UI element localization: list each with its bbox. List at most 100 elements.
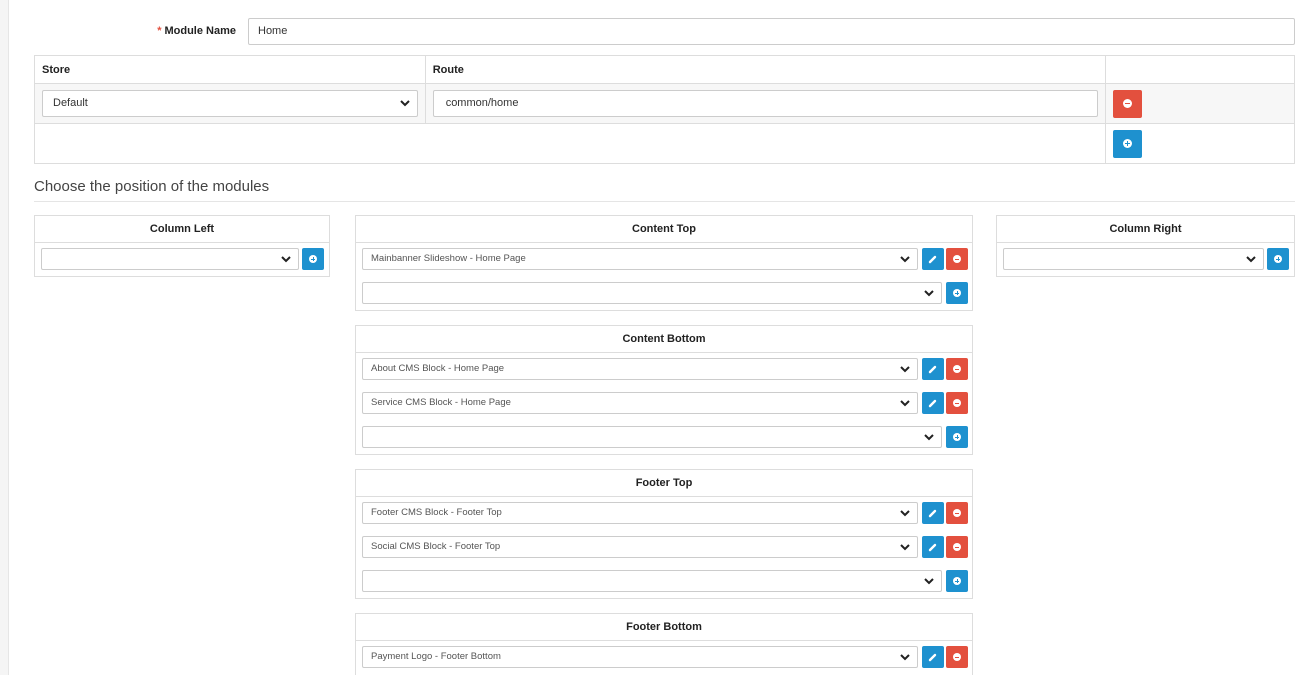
column-left-panel: Column Left <box>34 215 330 277</box>
module-name-row: * Module Name Home <box>9 18 1311 45</box>
content-bottom-panel: Content Bottom About CMS Block - Home Pa… <box>355 325 973 455</box>
store-column-header: Store <box>34 55 426 84</box>
footer-top-title: Footer Top <box>356 470 972 497</box>
footer-top-add-row <box>362 570 968 592</box>
content-bottom-module-select-value: Service CMS Block - Home Page <box>371 397 511 408</box>
column-right-title: Column Right <box>997 216 1294 243</box>
content-bottom-title: Content Bottom <box>356 326 972 353</box>
module-name-label-text: Module Name <box>164 25 236 37</box>
remove-module-button[interactable] <box>946 392 968 414</box>
content-top-module-select[interactable]: Mainbanner Slideshow - Home Page <box>362 248 918 270</box>
minus-circle-icon <box>1123 99 1133 108</box>
store-cell: Default <box>34 83 426 124</box>
action-column-header <box>1105 55 1295 84</box>
add-module-button[interactable] <box>302 248 324 270</box>
chevron-down-icon <box>900 654 910 661</box>
plus-circle-icon <box>953 433 961 441</box>
footer-bottom-module-select-value: Payment Logo - Footer Bottom <box>371 651 501 662</box>
pencil-icon <box>928 543 937 552</box>
plus-circle-icon <box>953 577 961 585</box>
pencil-icon <box>928 365 937 374</box>
pencil-icon <box>928 255 937 264</box>
plus-circle-icon <box>1123 139 1133 148</box>
remove-module-button[interactable] <box>946 248 968 270</box>
store-select[interactable]: Default <box>42 90 418 117</box>
edit-module-button[interactable] <box>922 248 944 270</box>
list-item: Footer CMS Block - Footer Top <box>362 502 968 524</box>
add-route-button[interactable] <box>1113 129 1143 158</box>
footer-bottom-module-select[interactable]: Payment Logo - Footer Bottom <box>362 646 918 668</box>
footer-top-panel: Footer Top Footer CMS Block - Footer Top… <box>355 469 973 599</box>
minus-circle-icon <box>953 509 961 517</box>
pencil-icon <box>928 399 937 408</box>
edit-module-button[interactable] <box>922 536 944 558</box>
list-item: Mainbanner Slideshow - Home Page <box>362 248 968 270</box>
add-module-button[interactable] <box>946 426 968 448</box>
add-module-button[interactable] <box>1267 248 1289 270</box>
store-select-value: Default <box>53 97 88 109</box>
column-left-title: Column Left <box>35 216 329 243</box>
content-bottom-add-row <box>362 426 968 448</box>
layout-route-table: Store Route Default common/home <box>33 55 1295 164</box>
remove-module-button[interactable] <box>946 646 968 668</box>
table-row: Default common/home <box>34 83 1295 124</box>
list-item: About CMS Block - Home Page <box>362 358 968 380</box>
column-right-add-row <box>1003 248 1289 270</box>
chevron-down-icon <box>900 400 910 407</box>
required-mark: * <box>157 25 162 37</box>
edit-module-button[interactable] <box>922 502 944 524</box>
content-bottom-module-select[interactable]: Service CMS Block - Home Page <box>362 392 918 414</box>
plus-circle-icon <box>1274 255 1282 263</box>
footer-top-module-select[interactable]: Footer CMS Block - Footer Top <box>362 502 918 524</box>
remove-module-button[interactable] <box>946 536 968 558</box>
edit-module-button[interactable] <box>922 358 944 380</box>
module-name-input[interactable]: Home <box>248 18 1295 45</box>
footer-top-module-select[interactable]: Social CMS Block - Footer Top <box>362 536 918 558</box>
content-bottom-module-select-value: About CMS Block - Home Page <box>371 363 505 374</box>
footer-top-module-select-value: Footer CMS Block - Footer Top <box>371 507 502 518</box>
minus-circle-icon <box>953 255 961 263</box>
plus-circle-icon <box>953 289 961 297</box>
remove-route-button[interactable] <box>1113 89 1143 118</box>
list-item: Payment Logo - Footer Bottom <box>362 646 968 668</box>
edit-module-button[interactable] <box>922 392 944 414</box>
minus-circle-icon <box>953 399 961 407</box>
chevron-down-icon <box>399 100 410 107</box>
content-top-add-row <box>362 282 968 304</box>
add-module-button[interactable] <box>946 570 968 592</box>
content-bottom-add-select[interactable] <box>362 426 942 448</box>
minus-circle-icon <box>953 365 961 373</box>
content-bottom-module-select[interactable]: About CMS Block - Home Page <box>362 358 918 380</box>
content-top-title: Content Top <box>356 216 972 243</box>
content-top-module-select-value: Mainbanner Slideshow - Home Page <box>371 253 526 264</box>
list-item: Service CMS Block - Home Page <box>362 392 968 414</box>
remove-route-cell <box>1105 83 1295 124</box>
route-column-header: Route <box>424 55 1107 84</box>
list-item: Social CMS Block - Footer Top <box>362 536 968 558</box>
empty-cell <box>33 123 1107 164</box>
add-module-button[interactable] <box>946 282 968 304</box>
pencil-icon <box>928 653 937 662</box>
module-name-label: * Module Name <box>157 25 236 37</box>
route-cell: common/home <box>424 83 1107 124</box>
edit-module-button[interactable] <box>922 646 944 668</box>
footer-top-add-select[interactable] <box>362 570 942 592</box>
route-input[interactable]: common/home <box>432 90 1099 117</box>
chevron-down-icon <box>900 366 910 373</box>
content-top-panel: Content Top Mainbanner Slideshow - Home … <box>355 215 973 311</box>
table-row <box>33 123 1295 164</box>
chevron-down-icon <box>900 256 910 263</box>
footer-top-module-select-value: Social CMS Block - Footer Top <box>371 541 501 552</box>
chevron-down-icon <box>1246 256 1256 263</box>
add-route-cell <box>1105 123 1295 164</box>
minus-circle-icon <box>953 653 961 661</box>
column-right-module-select[interactable] <box>1003 248 1264 270</box>
column-left-module-select[interactable] <box>41 248 299 270</box>
minus-circle-icon <box>953 543 961 551</box>
remove-module-button[interactable] <box>946 502 968 524</box>
content-top-add-select[interactable] <box>362 282 942 304</box>
chevron-down-icon <box>924 578 934 585</box>
remove-module-button[interactable] <box>946 358 968 380</box>
footer-bottom-title: Footer Bottom <box>356 614 972 641</box>
column-left-add-row <box>41 248 324 270</box>
